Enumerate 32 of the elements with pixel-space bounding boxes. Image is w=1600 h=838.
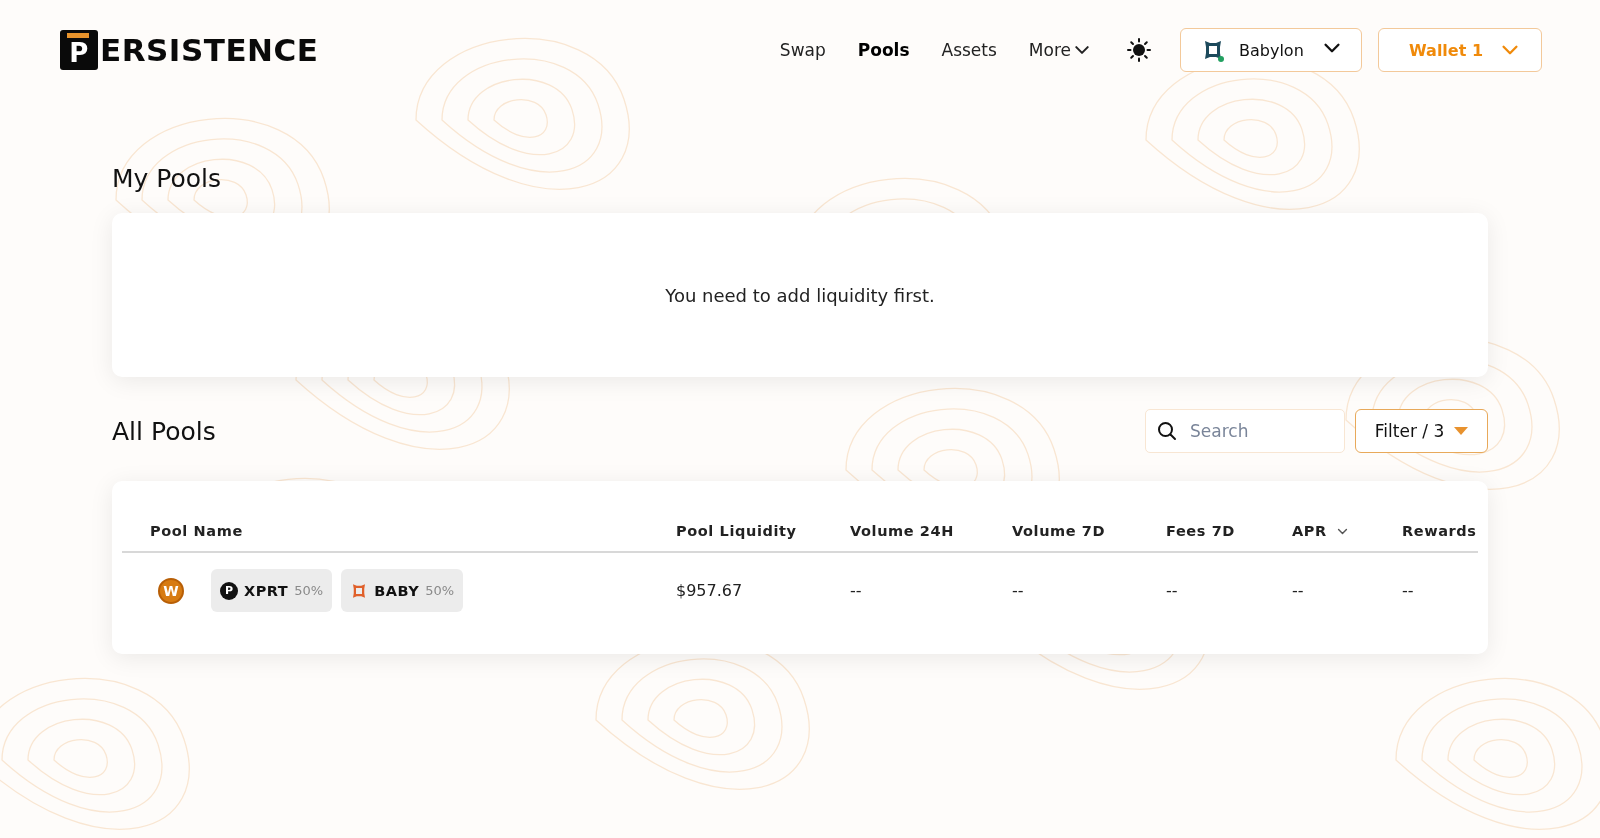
column-header: Pool Name: [150, 523, 244, 539]
nav-link[interactable]: Swap: [779, 40, 826, 60]
nav-link[interactable]: Assets: [941, 40, 997, 60]
filter-button[interactable]: Filter / 3: [1355, 409, 1488, 453]
nav-link[interactable]: Pools: [857, 40, 910, 60]
section-title: My Pools: [112, 164, 223, 193]
section-title: All Pools: [112, 416, 216, 446]
pool-coin-icon: W: [158, 577, 184, 604]
column-header: Volume 7D: [1012, 523, 1107, 539]
token-chip: P XPRT 50%: [211, 569, 333, 612]
network-selector[interactable]: Babylon: [1180, 28, 1362, 72]
token-chip: BABY 50%: [341, 569, 464, 612]
table-cell-text: --: [1012, 581, 1025, 600]
search-icon: [1157, 421, 1177, 441]
column-header: Pool Liquidity: [676, 523, 798, 539]
empty-message: You need to add liquidity first.: [665, 284, 935, 306]
table-cell-text: --: [850, 581, 863, 600]
table-cell-text: $957.67: [676, 581, 744, 600]
caret-icon: [1454, 426, 1469, 436]
sun-icon[interactable]: [1126, 37, 1152, 63]
logo-mark[interactable]: P: [60, 30, 98, 70]
table-cell-text: --: [1402, 581, 1415, 600]
search-field[interactable]: Search: [1145, 409, 1345, 453]
logo-text[interactable]: ERSISTENCE: [100, 32, 319, 68]
column-header: Fees 7D: [1166, 523, 1236, 539]
column-header: Volume 24H: [850, 523, 955, 539]
token-icon: P: [220, 581, 238, 600]
nav-menu[interactable]: More: [1028, 40, 1090, 60]
table-cell-text: --: [1292, 581, 1305, 600]
table-cell-text: --: [1166, 581, 1179, 600]
column-header[interactable]: APR: [1292, 523, 1402, 539]
column-header: Rewards: [1402, 523, 1478, 539]
